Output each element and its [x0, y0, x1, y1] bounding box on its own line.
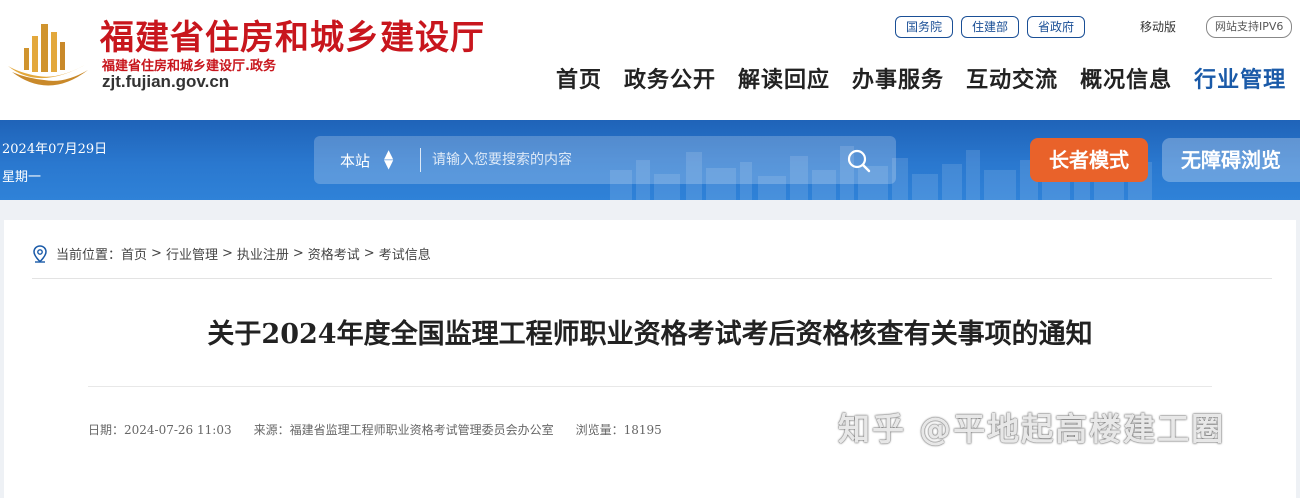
content-area: 当前位置： 首页 > 行业管理 > 执业注册 > 资格考试 > 考试信息 关于2… [0, 200, 1300, 498]
breadcrumb-exam-info[interactable]: 考试信息 [379, 244, 431, 263]
search-scope-select[interactable]: 本站 [340, 150, 370, 171]
search-input[interactable] [432, 146, 832, 174]
current-weekday: 星期一 [2, 170, 42, 185]
logo-icon[interactable] [4, 14, 94, 94]
top-link-shengzhengfu[interactable]: 省政府 [1027, 16, 1086, 38]
site-header: 福建省住房和城乡建设厅 福建省住房和城乡建设厅.政务 zjt.fujian.go… [0, 0, 1300, 120]
nav-item-services[interactable]: 办事服务 [852, 62, 944, 94]
breadcrumb: 当前位置： 首页 > 行业管理 > 执业注册 > 资格考试 > 考试信息 [32, 244, 431, 263]
nav-item-industry[interactable]: 行业管理 [1194, 62, 1286, 94]
article-source: 来源：福建省监理工程师职业资格考试管理委员会办公室 [253, 423, 554, 437]
nav-item-interpretation[interactable]: 解读回应 [738, 62, 830, 94]
banner: 2024年07月29日 星期一 本站 ▲▼ 长者模式 无障碍浏览 [0, 120, 1300, 200]
breadcrumb-registration[interactable]: 执业注册 [237, 244, 289, 263]
breadcrumb-separator: > [363, 246, 375, 261]
search-divider [420, 148, 421, 172]
site-title[interactable]: 福建省住房和城乡建设厅 [100, 10, 485, 59]
breadcrumb-divider [32, 278, 1272, 279]
elder-mode-button[interactable]: 长者模式 [1030, 138, 1148, 182]
mobile-version-link[interactable]: 移动版 [1140, 18, 1176, 35]
accessibility-button[interactable]: 无障碍浏览 [1162, 138, 1300, 182]
breadcrumb-qualification-exam[interactable]: 资格考试 [308, 244, 360, 263]
breadcrumb-separator: > [221, 246, 233, 261]
updown-arrow-icon[interactable]: ▲ ▼ [384, 148, 393, 170]
article-views: 浏览量：18195 [575, 423, 662, 437]
breadcrumb-industry[interactable]: 行业管理 [166, 244, 218, 263]
article-card: 当前位置： 首页 > 行业管理 > 执业注册 > 资格考试 > 考试信息 [4, 220, 1296, 498]
nav-item-overview[interactable]: 概况信息 [1080, 62, 1172, 94]
ipv6-badge: 网站支持IPV6 [1206, 16, 1293, 38]
breadcrumb-label: 当前位置： [56, 248, 122, 263]
top-links: 国务院 住建部 省政府 [895, 16, 1086, 38]
breadcrumb-separator: > [292, 246, 304, 261]
zhihu-watermark: 知乎 @平地起高楼建工圈 [838, 410, 1226, 448]
top-link-guowuyuan[interactable]: 国务院 [895, 16, 954, 38]
top-link-zhujianbu[interactable]: 住建部 [961, 16, 1020, 38]
breadcrumb-separator: > [151, 246, 162, 261]
search-bar: 本站 ▲ ▼ [314, 136, 896, 184]
main-nav: 首页 政务公开 解读回应 办事服务 互动交流 概况信息 行业管理 [556, 62, 1286, 94]
nav-item-gov-affairs[interactable]: 政务公开 [624, 62, 716, 94]
nav-item-home[interactable]: 首页 [556, 62, 602, 94]
location-pin-icon [33, 244, 47, 263]
title-divider [88, 386, 1212, 387]
nav-item-interaction[interactable]: 互动交流 [966, 62, 1058, 94]
search-icon[interactable] [844, 146, 874, 176]
current-date: 2024年07月29日 [2, 142, 108, 157]
article-title: 关于2024年度全国监理工程师职业资格考试考后资格核查有关事项的通知 [207, 319, 1093, 350]
breadcrumb-home[interactable]: 首页 [121, 244, 147, 263]
article-meta: 日期：2024-07-26 11:03 来源：福建省监理工程师职业资格考试管理委… [88, 421, 662, 438]
site-domain: zjt.fujian.gov.cn [102, 72, 230, 91]
article-date: 日期：2024-07-26 11:03 [88, 423, 232, 437]
